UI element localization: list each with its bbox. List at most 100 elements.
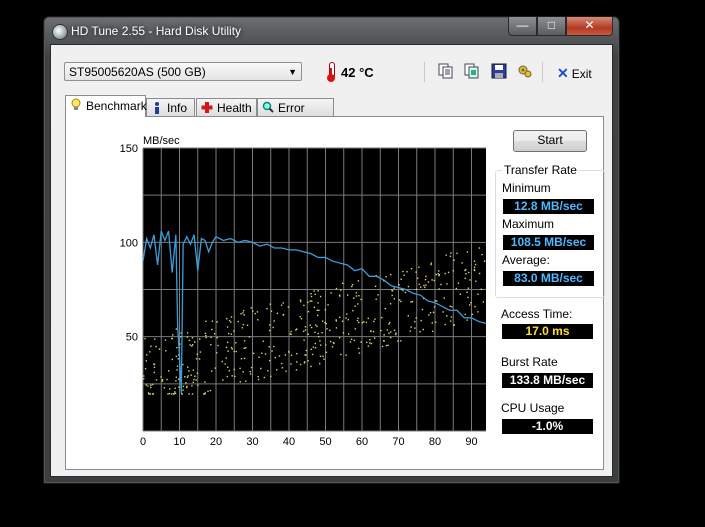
access-point <box>172 393 175 395</box>
access-point <box>176 369 178 371</box>
access-point <box>319 295 322 298</box>
access-point <box>329 329 331 332</box>
access-point <box>204 393 206 395</box>
access-point <box>459 293 462 295</box>
access-point <box>341 320 344 322</box>
access-point <box>276 312 279 315</box>
access-point <box>434 321 437 323</box>
access-point <box>176 346 178 349</box>
toolbar-separator <box>424 62 425 82</box>
access-point <box>152 393 155 395</box>
access-point <box>398 299 401 301</box>
access-point <box>205 336 207 339</box>
access-point <box>258 356 260 359</box>
access-point <box>387 344 389 346</box>
access-point <box>248 336 251 338</box>
access-point <box>400 278 402 280</box>
copy-image-icon[interactable] <box>464 63 480 79</box>
access-point <box>393 329 396 332</box>
access-point <box>425 275 427 278</box>
maximum-value: 108.5 MB/sec <box>503 235 594 250</box>
access-point <box>285 370 287 372</box>
access-point <box>433 306 436 308</box>
access-point <box>295 361 298 363</box>
window-title: HD Tune 2.55 - Hard Disk Utility <box>71 24 242 38</box>
access-point <box>299 299 302 301</box>
access-point <box>228 319 231 322</box>
exit-button[interactable]: ✕ Exit <box>557 65 592 82</box>
access-point <box>419 330 421 333</box>
title-bar[interactable]: HD Tune 2.55 - Hard Disk Utility — □ ✕ <box>44 17 619 45</box>
access-point <box>225 317 228 320</box>
access-point <box>339 316 341 319</box>
access-point <box>461 262 463 264</box>
transfer-rate-group: Transfer Rate Minimum 12.8 MB/sec Maximu… <box>495 163 605 298</box>
access-point <box>273 320 275 322</box>
copy-text-icon[interactable] <box>438 63 454 79</box>
start-button[interactable]: Start <box>513 130 587 152</box>
access-point <box>388 323 390 325</box>
access-point <box>299 363 302 366</box>
access-point <box>274 356 276 359</box>
access-point <box>456 252 458 255</box>
cpu-usage-label: CPU Usage <box>501 401 565 415</box>
access-point <box>451 306 453 308</box>
access-point <box>372 330 375 333</box>
access-point <box>477 293 479 295</box>
access-point <box>150 386 152 389</box>
minimize-button[interactable]: — <box>508 17 537 36</box>
access-point <box>216 352 218 354</box>
y-tick-label: 50 <box>126 332 138 344</box>
access-point <box>235 350 237 353</box>
access-point <box>469 279 471 281</box>
access-point <box>388 332 390 334</box>
save-icon[interactable] <box>491 63 507 79</box>
access-point <box>193 341 196 343</box>
access-point <box>464 277 466 280</box>
access-point <box>415 288 418 291</box>
tab-benchmark[interactable]: Benchmark <box>65 95 147 117</box>
access-point <box>466 319 468 321</box>
access-point <box>191 344 194 346</box>
access-point <box>174 391 176 393</box>
access-point <box>325 351 328 354</box>
access-point <box>374 318 376 320</box>
options-icon[interactable] <box>517 63 533 79</box>
access-point <box>193 378 195 381</box>
access-point <box>239 381 242 383</box>
access-point <box>370 330 372 332</box>
access-point <box>221 360 223 363</box>
access-point <box>216 321 218 323</box>
access-point <box>161 379 164 381</box>
drive-select[interactable]: ST95005620AS (500 GB) ▼ <box>64 62 302 81</box>
benchmark-chart: MB/secms15010050453015010203040506070809… <box>120 135 486 448</box>
access-point <box>175 328 178 330</box>
access-point <box>351 285 353 288</box>
access-point <box>253 352 255 355</box>
close-button[interactable]: ✕ <box>566 17 613 36</box>
access-point <box>377 294 379 296</box>
x-tick-label: 70 <box>392 436 404 448</box>
access-point <box>237 320 240 323</box>
tab-health[interactable]: Health <box>196 98 257 116</box>
access-point <box>329 340 332 343</box>
tab-error-scan[interactable]: Error Scan <box>257 98 334 133</box>
access-point <box>307 310 310 313</box>
access-point <box>318 362 321 365</box>
access-point <box>429 312 432 314</box>
tab-info[interactable]: Info <box>146 98 195 116</box>
access-point <box>427 281 430 283</box>
access-point <box>172 334 174 336</box>
access-point <box>299 300 302 303</box>
access-point <box>390 331 392 333</box>
app-icon <box>52 24 68 40</box>
access-point <box>226 375 228 378</box>
access-point <box>317 332 319 335</box>
access-point <box>227 332 230 335</box>
maximize-button[interactable]: □ <box>537 17 566 36</box>
magnifier-icon <box>262 101 274 113</box>
access-point <box>355 295 358 297</box>
access-point <box>360 341 362 343</box>
access-point <box>357 347 360 350</box>
access-point <box>256 311 259 313</box>
